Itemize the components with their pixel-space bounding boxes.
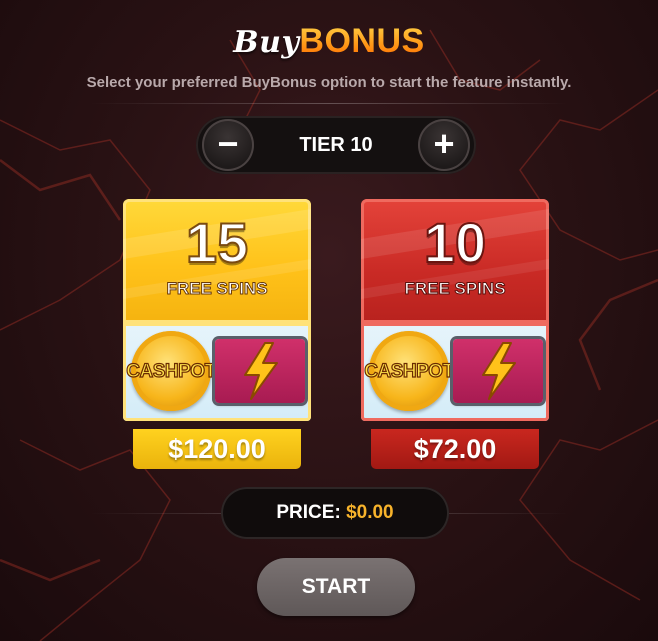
subtitle: Select your preferred BuyBonus option to… xyxy=(86,74,572,91)
tier-increase-button[interactable]: + xyxy=(418,119,470,171)
free-spins-count: 15 xyxy=(185,211,249,274)
free-spins-panel: 10 FREE SPINS xyxy=(361,199,549,323)
option-price: $120.00 xyxy=(133,429,301,469)
feature-icons-panel: CASHPOT xyxy=(361,323,549,421)
bonus-option-card[interactable]: 10 FREE SPINS CASHPOT $72.00 xyxy=(361,199,549,469)
price-value: $0.00 xyxy=(346,502,394,523)
tier-selector: − TIER 10 + xyxy=(196,116,476,174)
lightning-bolt-icon xyxy=(244,342,278,400)
free-spins-panel: 15 FREE SPINS xyxy=(123,199,311,323)
price-label: PRICE: xyxy=(276,502,341,523)
cashpot-label: CASHPOT xyxy=(364,360,455,382)
background-lightning-veins xyxy=(0,29,658,641)
lightning-bolt-icon xyxy=(482,342,516,400)
divider xyxy=(90,103,568,104)
lightning-tile xyxy=(215,339,305,403)
lightning-tile xyxy=(453,339,543,403)
buy-bonus-title: BuyBONUS xyxy=(0,22,658,61)
option-price: $72.00 xyxy=(371,429,539,469)
price-display: PRICE: $0.00 xyxy=(221,487,449,539)
tier-label: TIER 10 xyxy=(299,134,373,156)
start-button[interactable]: START xyxy=(257,558,415,616)
tier-decrease-button[interactable]: − xyxy=(202,119,254,171)
feature-icons-panel: CASHPOT xyxy=(123,323,311,421)
title-bonus-text: BONUS xyxy=(299,22,425,60)
title-buy-text: Buy xyxy=(233,25,300,60)
free-spins-label: FREE SPINS xyxy=(404,279,506,299)
free-spins-count: 10 xyxy=(423,211,487,274)
free-spins-label: FREE SPINS xyxy=(166,279,268,299)
bonus-option-card[interactable]: 15 FREE SPINS CASHPOT $120.00 xyxy=(123,199,311,469)
cashpot-label: CASHPOT xyxy=(126,360,217,382)
